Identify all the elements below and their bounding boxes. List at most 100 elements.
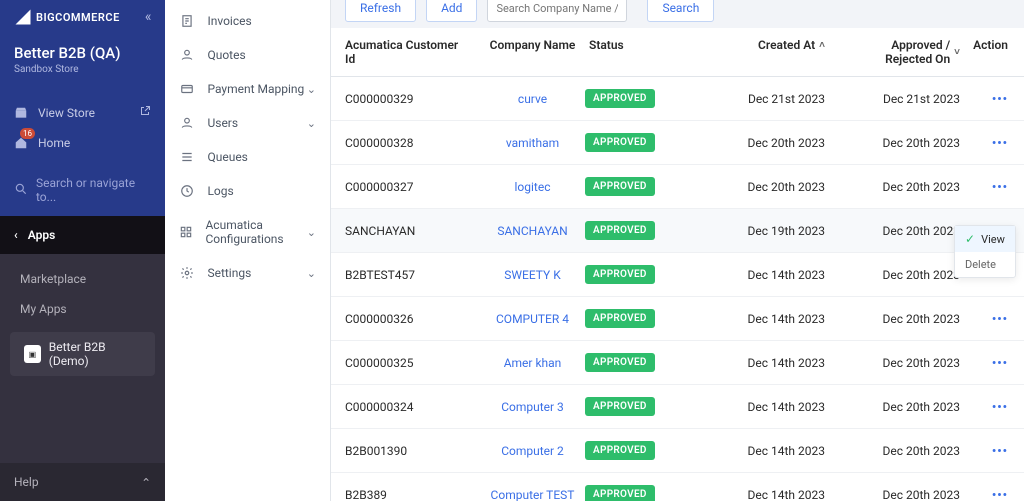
brand-prefix: BIG xyxy=(36,11,55,24)
subnav-quotes[interactable]: Quotes xyxy=(165,38,330,72)
cell-approved-on: Dec 20th 2023 xyxy=(825,400,960,414)
cell-created-at: Dec 14th 2023 xyxy=(705,488,825,501)
cell-created-at: Dec 14th 2023 xyxy=(705,356,825,370)
cell-created-at: Dec 14th 2023 xyxy=(705,444,825,458)
subnav-payment-mapping[interactable]: Payment Mapping ⌄ xyxy=(165,72,330,106)
cell-created-at: Dec 19th 2023 xyxy=(705,224,825,238)
invoice-icon xyxy=(179,14,195,28)
th-created-at[interactable]: Created At ˄ xyxy=(705,38,825,52)
cell-company-name[interactable]: curve xyxy=(480,92,585,106)
cell-company-name[interactable]: logitec xyxy=(480,180,585,194)
quote-icon xyxy=(179,48,195,62)
subnav-queues[interactable]: Queues xyxy=(165,140,330,174)
home-badge: 16 xyxy=(20,128,35,139)
store-switcher[interactable]: Better B2B (QA) Sandbox Store xyxy=(0,34,165,89)
apps-header[interactable]: ‹ Apps xyxy=(0,216,165,254)
table-row: C000000328vamithamAPPROVEDDec 20th 2023D… xyxy=(331,121,1024,165)
store-subtitle: Sandbox Store xyxy=(14,64,151,75)
users-icon xyxy=(179,116,195,130)
row-action-button[interactable]: ••• xyxy=(960,312,1010,326)
th-company-name[interactable]: Company Name xyxy=(480,38,585,52)
row-action-view[interactable]: ✓ View xyxy=(955,226,1015,252)
cell-created-at: Dec 20th 2023 xyxy=(705,180,825,194)
row-action-button[interactable]: ••• xyxy=(960,488,1010,501)
cell-company-name[interactable]: Computer 3 xyxy=(480,400,585,414)
cell-created-at: Dec 14th 2023 xyxy=(705,400,825,414)
nav-search-placeholder: Search or navigate to... xyxy=(36,176,151,204)
refresh-button[interactable]: Refresh xyxy=(345,0,416,22)
cell-company-name[interactable]: Computer TEST xyxy=(480,488,585,501)
subnav-payment-mapping-label: Payment Mapping xyxy=(207,82,304,96)
row-action-view-label: View xyxy=(981,233,1005,246)
status-badge: APPROVED xyxy=(585,265,655,284)
status-badge: APPROVED xyxy=(585,485,655,501)
cell-company-name[interactable]: SANCHAYAN xyxy=(480,224,585,238)
store-name: Better B2B (QA) xyxy=(14,44,151,62)
config-icon xyxy=(179,225,193,239)
row-action-button[interactable]: ••• xyxy=(960,92,1010,106)
apps-header-label: Apps xyxy=(28,228,56,242)
subnav-acumatica-config[interactable]: Acumatica Configurations ⌄ xyxy=(165,208,330,256)
company-search-input[interactable] xyxy=(487,0,627,22)
chevron-down-icon: ⌄ xyxy=(307,83,316,96)
cell-approved-on: Dec 21st 2023 xyxy=(825,92,960,106)
status-badge: APPROVED xyxy=(585,397,655,416)
cell-customer-id: C000000326 xyxy=(345,312,480,326)
cell-created-at: Dec 14th 2023 xyxy=(705,312,825,326)
cell-status: APPROVED xyxy=(585,309,705,328)
th-action: Action xyxy=(960,38,1010,52)
nav-my-apps[interactable]: My Apps xyxy=(0,294,165,324)
search-button[interactable]: Search xyxy=(647,0,714,22)
cell-company-name[interactable]: Computer 2 xyxy=(480,444,585,458)
row-action-button[interactable]: ••• xyxy=(960,356,1010,370)
nav-marketplace[interactable]: Marketplace xyxy=(0,264,165,294)
nav-view-store[interactable]: View Store xyxy=(0,97,165,128)
external-link-icon xyxy=(139,105,151,120)
cell-company-name[interactable]: SWEETY K xyxy=(480,268,585,282)
status-badge: APPROVED xyxy=(585,441,655,460)
nav-active-app-label: Better B2B (Demo) xyxy=(49,340,142,368)
cell-customer-id: SANCHAYAN xyxy=(345,224,480,238)
cell-status: APPROVED xyxy=(585,485,705,501)
table-row: B2B001390Computer 2APPROVED Dec 14th 2023… xyxy=(331,429,1024,473)
row-action-button[interactable]: ••• xyxy=(960,400,1010,414)
subnav-logs[interactable]: Logs xyxy=(165,174,330,208)
cell-approved-on: Dec 20th 2023 xyxy=(825,488,960,501)
th-status[interactable]: Status xyxy=(585,38,705,52)
row-action-delete-label: Delete xyxy=(965,258,996,271)
search-icon xyxy=(14,182,28,199)
cell-status: APPROVED xyxy=(585,397,705,416)
nav-active-app[interactable]: ▣ Better B2B (Demo) xyxy=(10,332,155,376)
row-action-menu: ✓ View Delete xyxy=(954,225,1016,278)
check-icon: ✓ xyxy=(965,232,975,246)
collapse-sidebar-icon[interactable]: « xyxy=(145,9,152,25)
subnav-invoices[interactable]: Invoices xyxy=(165,4,330,38)
cell-created-at: Dec 20th 2023 xyxy=(705,136,825,150)
add-button[interactable]: Add xyxy=(426,0,477,22)
nav-search[interactable]: Search or navigate to... xyxy=(0,168,165,216)
row-action-button[interactable]: ••• xyxy=(960,136,1010,150)
payment-icon xyxy=(179,82,195,96)
th-approved-on[interactable]: Approved / Rejected On ˅ xyxy=(825,38,960,66)
nav-help[interactable]: Help ⌄ xyxy=(0,463,165,501)
cell-customer-id: B2B389 xyxy=(345,488,480,501)
th-customer-id[interactable]: Acumatica Customer Id xyxy=(345,38,480,66)
row-action-delete[interactable]: Delete xyxy=(955,252,1015,277)
row-action-button[interactable]: ••• xyxy=(960,444,1010,458)
table-row: C000000324Computer 3APPROVEDDec 14th 202… xyxy=(331,385,1024,429)
nav-home[interactable]: 16 Home xyxy=(0,128,165,158)
cell-company-name[interactable]: COMPUTER 4 xyxy=(480,312,585,326)
cell-company-name[interactable]: vamitham xyxy=(480,136,585,150)
cell-customer-id: B2B001390 xyxy=(345,444,480,458)
storefront-icon xyxy=(14,106,28,120)
cell-approved-on: Dec 20th 2023 xyxy=(825,444,960,458)
cell-approved-on: Dec 20th 2023 xyxy=(825,180,960,194)
table-row: B2B389Computer TESTAPPROVED Dec 14th 2023… xyxy=(331,473,1024,501)
subnav-acumatica-config-label: Acumatica Configurations xyxy=(205,218,306,246)
subnav-settings[interactable]: Settings ⌄ xyxy=(165,256,330,290)
cell-created-at: Dec 14th 2023 xyxy=(705,268,825,282)
subnav-users[interactable]: Users ⌄ xyxy=(165,106,330,140)
logs-icon xyxy=(179,184,195,198)
cell-company-name[interactable]: Amer khan xyxy=(480,356,585,370)
row-action-button[interactable]: ••• xyxy=(960,180,1010,194)
